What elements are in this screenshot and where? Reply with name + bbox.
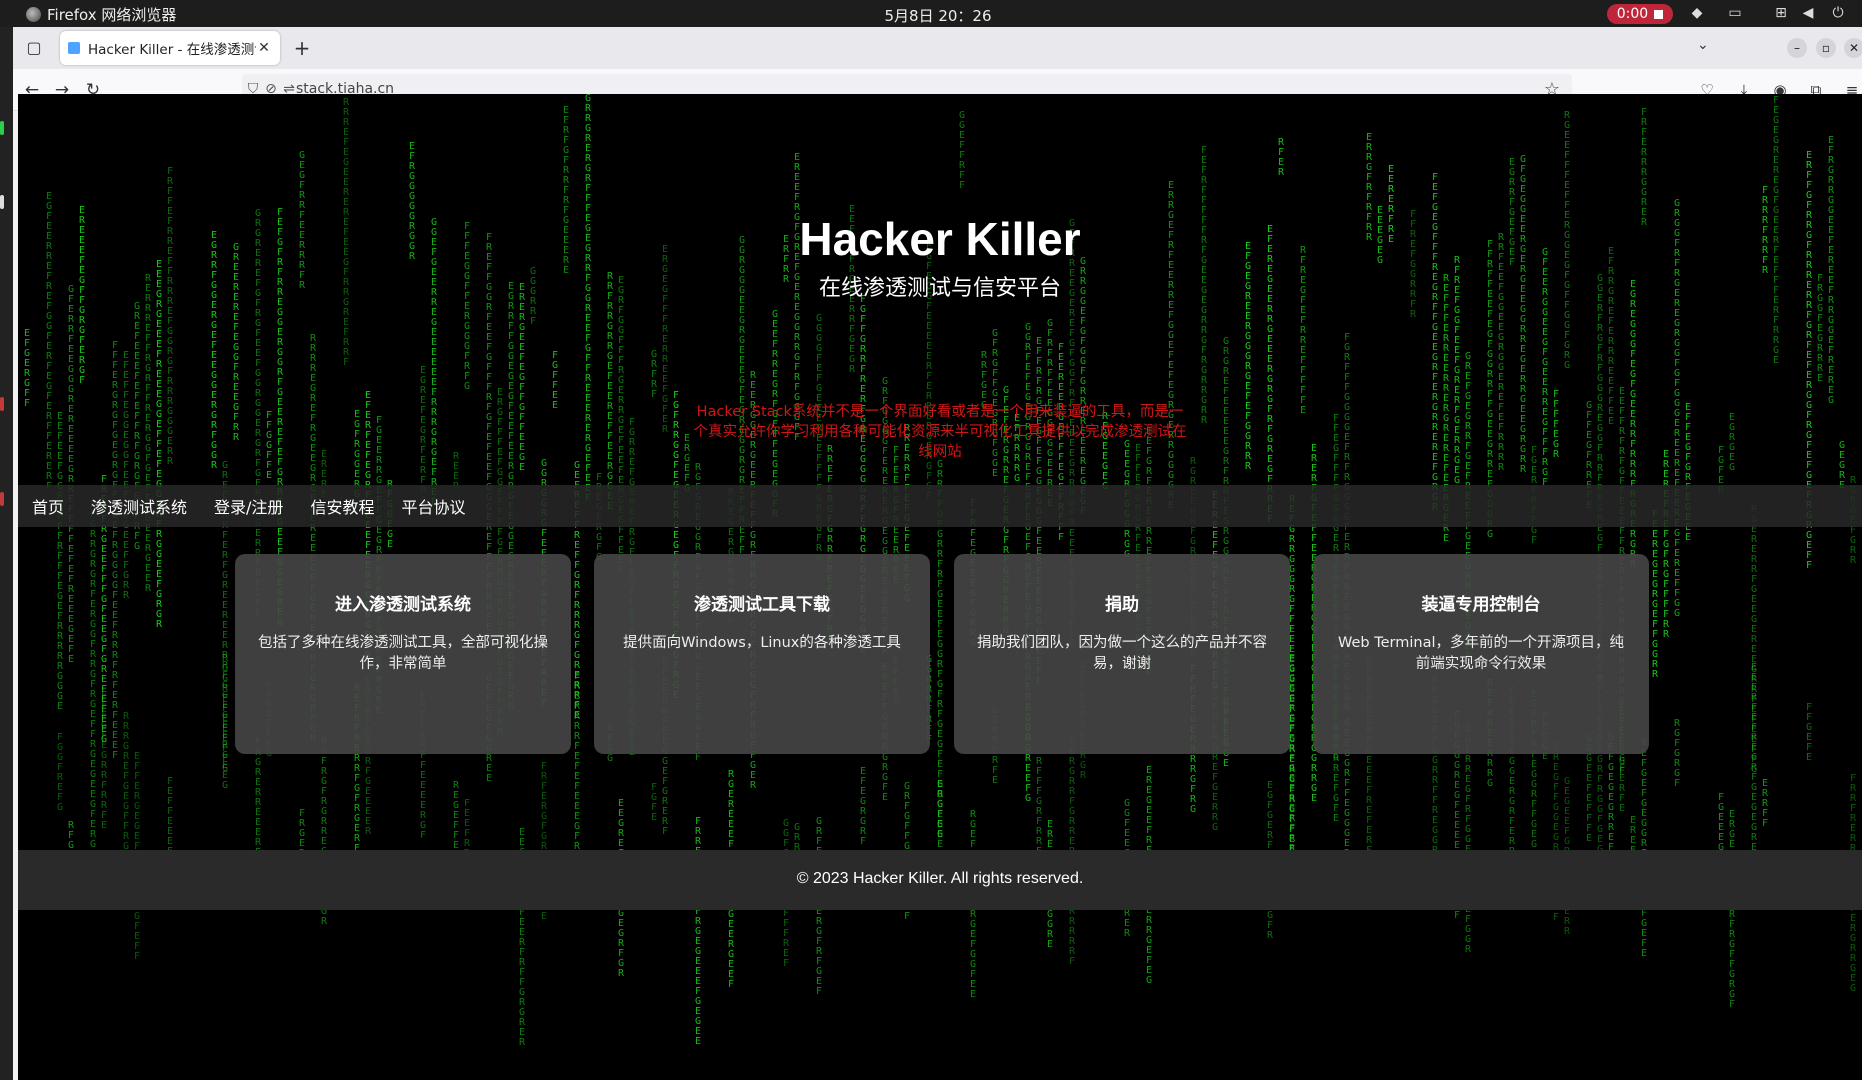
matrix-column: ERRFF [1761,778,1769,829]
tab-title: Hacker Killer - 在线渗透测试 [88,42,256,58]
card-description: 包括了多种在线渗透测试工具，全部可视化操作，非常简单 [258,635,548,672]
screen-recording-indicator[interactable]: 0:00 [1607,4,1673,24]
card-title: 捐助 [1105,595,1139,615]
matrix-column: FGFFEE [551,350,559,411]
matrix-column: RRFRRGRRGEFEEREFFEERGGEE [606,271,614,512]
web-page: EFGERGFFEGFEERREFREFGGFERFEGFERFFERERFEE… [18,94,1862,1080]
matrix-column: EEEGRGEEEFREEEGGEFFEFEGGGRFRGGEEFGRGR [155,259,163,630]
matrix-column: FFFFEGR [1552,389,1560,460]
dock-app-indicator[interactable] [0,397,4,411]
card-title: 进入渗透测试系统 [335,595,471,615]
nav-pentest-system[interactable]: 渗透测试系统 [91,494,187,518]
card-description: 提供面向Windows，Linux的各种渗透工具 [623,635,901,651]
card-title: 渗透测试工具下载 [694,595,830,615]
dock [0,27,13,1080]
minimize-button[interactable]: – [1787,38,1807,58]
new-tab-button[interactable]: + [291,37,313,59]
power-icon[interactable]: ⏻ [1830,5,1846,21]
matrix-column: ERERGEEFEGFFGFFEEGE [518,282,526,473]
matrix-column: FFGRRGRGRFERGGFRRGFRGEFFRGEGEEGFERGEFEG [89,500,97,890]
matrix-column: EGRFGGFFFRGERRGEFEEFERGEEFFEEF [617,275,625,576]
network-icon[interactable]: ⊞ [1773,5,1789,21]
matrix-column: FRFERRRGGRER [1640,107,1648,228]
list-all-tabs-icon[interactable]: ⌄ [1697,37,1709,53]
firefox-view-icon[interactable]: ▢ [23,37,45,59]
matrix-column: FGGFREFG [56,732,64,813]
matrix-column: GGEFFRFF [958,110,966,191]
matrix-column: RGFGRGF [1673,718,1681,789]
matrix-column: FFFERGRGFGEGRGFFGGEFRGGGGFEEFRRRFRFERFEE… [111,340,119,761]
matrix-column: FGFE [650,782,658,823]
matrix-column: REFGEFGEGGRFFEEFGFGEFE [1640,739,1648,959]
recording-time: 0:00 [1616,6,1649,22]
matrix-column: EFGERGFF [23,328,31,409]
matrix-column: FFGEFE [1805,702,1813,763]
matrix-column: GFERRFEEGGGREREEEEGRREFEFFEFEFREEEGEFE [67,284,75,665]
card-description: Web Terminal，多年前的一个开源项目，纯前端实现命令行效果 [1338,635,1624,672]
matrix-column: EEFEEFGGRFFFFRFFFEGEFRRRRRGGGE [56,411,64,712]
matrix-column: EGRRFGGERGEFEEGGERGRFGGR [210,230,218,471]
stop-icon [1654,9,1664,19]
nav-login-register[interactable]: 登录/注册 [214,494,283,518]
matrix-column: GGFRREGFRFGGFEEEEGEFGGR [1464,725,1472,955]
card-title: 装逼专用控制台 [1421,595,1541,615]
matrix-column: GFGEGGEERGERGEEGGRREGERRGEEGRGRR [1519,154,1527,475]
nav-platform-agreement[interactable]: 平台协议 [401,494,465,518]
matrix-column: EFEGRGRF [859,766,867,847]
close-window-button[interactable]: ✕ [1844,38,1862,58]
favicon-icon [68,42,80,54]
hero-description: Hacker Stack系统并不是一个界面好看或者是一个用来装逼的工具，而是一个… [693,404,1187,460]
tab-active[interactable]: Hacker Killer - 在线渗透测试 ✕ [60,31,280,65]
card-donate[interactable]: 捐助 捐助我们团队，因为做一个这么的产品并不容易，谢谢 [954,554,1290,754]
matrix-column: FFEGFEGRRFRRFE [100,690,108,831]
matrix-column: RFER [1277,137,1285,178]
card-tool-download[interactable]: 渗透测试工具下载 提供面向Windows，Linux的各种渗透工具 [594,554,930,754]
copyright-text: © 2023 Hacker Killer. All rights reserve… [796,870,1084,887]
footer: © 2023 Hacker Killer. All rights reserve… [18,850,1862,910]
matrix-column: FFGGFFE [265,410,273,481]
feature-cards: 进入渗透测试系统 包括了多种在线渗透测试工具，全部可视化操作，非常简单 渗透测试… [235,554,1649,754]
matrix-column: GEGRE [1838,440,1846,491]
dock-app-indicator[interactable] [0,121,4,135]
matrix-column: REGEFFER [452,780,460,861]
card-pentest-system[interactable]: 进入渗透测试系统 包括了多种在线渗透测试工具，全部可视化操作，非常简单 [235,554,571,754]
os-top-bar: Firefox 网络浏览器 5月8日 20：26 0:00 ◆ ▭ ⊞ ◀ ⏻ [0,0,1862,27]
dock-app-indicator[interactable] [0,195,4,209]
color-picker-icon[interactable]: ◆ [1689,5,1705,21]
matrix-column: RGGRFFEEEFFG [221,653,229,774]
matrix-column: FEEREGEGRGEFFGGRR [1651,510,1659,680]
system-clock[interactable]: 5月8日 20：26 [0,5,1862,26]
matrix-column: RRFEEFGGEEGRGGEREFEFRRRR [1497,232,1505,473]
hero-title: Hacker Killer [799,213,1081,265]
matrix-column: EFEFFEGGEGGFEEFFEGEEFFGRR [122,350,130,601]
card-web-terminal[interactable]: 装逼专用控制台 Web Terminal，多年前的一个开源项目，纯前端实现命令行… [1313,554,1649,754]
site-navigation: 首页 渗透测试系统 登录/注册 信安教程 平台协议 [18,485,1862,527]
matrix-column: ERGERGEEERRFRGFFGRGF [1728,809,1736,1010]
matrix-column: GRFRF [650,349,658,400]
tab-bar: ▢ Hacker Killer - 在线渗透测试 ✕ + ⌄ – ▫ ✕ [13,27,1862,69]
matrix-column: FRGRERREEERE [254,738,262,858]
matrix-column: EGRGEG [1728,412,1736,473]
matrix-column: ERGFEG [936,779,944,840]
keyboard-icon[interactable]: ▭ [1727,5,1743,21]
card-description: 捐助我们团队，因为做一个这么的产品并不容易，谢谢 [977,635,1267,672]
matrix-column: EREREFREFGFRGFFFFRR [1662,449,1670,640]
matrix-column: RERRREFFRGRFFRERGGFGEFFEGEERGEER [144,273,152,594]
dock-app-indicator[interactable] [0,492,4,506]
matrix-column: EEERFEFREGRFGEGEGREE [1750,662,1758,863]
nav-home[interactable]: 首页 [32,494,64,518]
maximize-button[interactable]: ▫ [1816,38,1836,58]
hero-subtitle: 在线渗透测试与信安平台 [818,276,1061,301]
nav-tutorials[interactable]: 信安教程 [310,494,374,518]
volume-icon[interactable]: ◀ [1800,5,1816,21]
close-tab-icon[interactable]: ✕ [256,40,272,56]
